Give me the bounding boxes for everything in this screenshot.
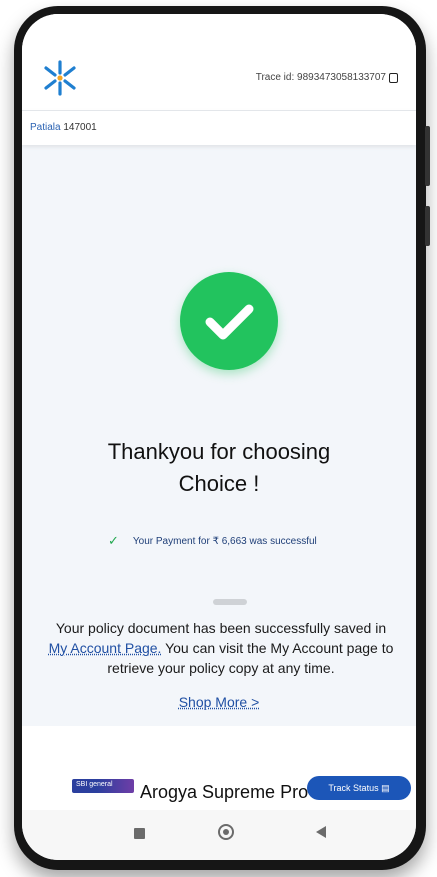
policy-message: Your policy document has been successful…	[42, 618, 400, 678]
thank-you-title: Thankyou for choosing Choice !	[22, 436, 416, 500]
home-icon[interactable]	[218, 824, 234, 840]
title-line-1: Thankyou for choosing	[107, 439, 331, 464]
my-account-link[interactable]: My Account Page.	[49, 640, 162, 656]
location-city: Patiala	[30, 122, 61, 133]
insurer-logo: SBI general	[72, 779, 134, 793]
shop-more-link[interactable]: Shop More >	[22, 694, 416, 710]
location-pin: 147001	[63, 122, 97, 133]
back-icon[interactable]	[316, 826, 326, 838]
trace-id: Trace id: 9893473058133707	[256, 72, 398, 83]
track-icon: ▤	[381, 783, 390, 793]
product-name: Arogya Supreme Pro	[140, 782, 309, 802]
product-card: SBI general Arogya Supreme Pro Track Sta…	[22, 726, 416, 814]
location-bar[interactable]: Patiala 147001	[22, 110, 416, 145]
title-line-2: Choice !	[178, 471, 260, 496]
app-header: Trace id: 9893473058133707	[22, 14, 416, 110]
drag-handle[interactable]	[213, 599, 247, 605]
payment-status: ✓ Your Payment for ₹ 6,663 was successfu…	[108, 533, 317, 549]
check-icon	[205, 304, 254, 340]
insurer-logo-text: SBI general	[76, 781, 113, 788]
power-button	[425, 206, 430, 246]
policy-text-before: Your policy document has been successful…	[55, 620, 387, 636]
copy-icon[interactable]	[389, 72, 398, 83]
phone-frame: Trace id: 9893473058133707 Patiala 14700…	[14, 6, 430, 870]
tick-icon: ✓	[108, 533, 119, 548]
logo-icon[interactable]	[42, 58, 78, 98]
track-status-button[interactable]: Track Status ▤	[307, 776, 411, 800]
system-nav-bar	[22, 810, 416, 860]
recents-icon[interactable]	[134, 828, 145, 839]
trace-id-text: Trace id: 9893473058133707	[255, 72, 386, 83]
payment-message: Your Payment for ₹ 6,663 was successful	[132, 535, 317, 547]
track-status-label: Track Status	[328, 783, 379, 793]
volume-button	[425, 126, 430, 186]
screen: Trace id: 9893473058133707 Patiala 14700…	[22, 14, 416, 860]
success-check-icon	[180, 272, 278, 370]
